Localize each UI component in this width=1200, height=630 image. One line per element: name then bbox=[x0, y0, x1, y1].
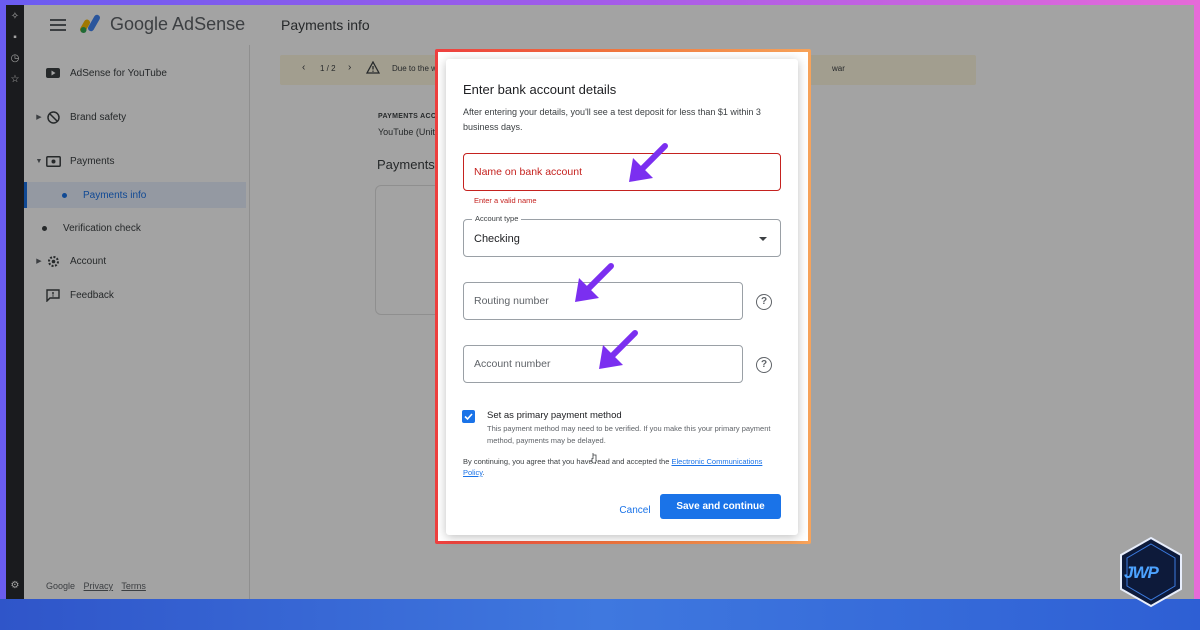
dialog-description: After entering your details, you'll see … bbox=[463, 107, 761, 132]
primary-payment-label: Set as primary payment method bbox=[487, 410, 622, 421]
account-help-icon[interactable]: ? bbox=[756, 357, 772, 373]
terms-suffix: . bbox=[482, 468, 485, 477]
annotation-arrow-icon bbox=[599, 330, 638, 369]
watermark-text: JWP bbox=[1124, 563, 1159, 582]
mouse-cursor-icon bbox=[591, 453, 597, 464]
checkmark-icon bbox=[464, 413, 473, 421]
routing-number-placeholder: Routing number bbox=[474, 295, 549, 307]
name-on-account-input[interactable]: Name on bank account bbox=[463, 153, 781, 191]
name-on-account-placeholder: Name on bank account bbox=[474, 166, 582, 178]
account-type-select[interactable]: Account type Checking bbox=[463, 214, 781, 257]
dropdown-arrow-icon bbox=[759, 237, 767, 241]
screen-frame: ✧ ▪ ◷ ☆ ⚙ Google AdSense Payments info A… bbox=[6, 5, 1194, 599]
primary-payment-description: This payment method may need to be verif… bbox=[487, 424, 771, 445]
account-type-value: Checking bbox=[474, 233, 520, 245]
name-error-message: Enter a valid name bbox=[474, 196, 537, 205]
cancel-button[interactable]: Cancel bbox=[610, 499, 660, 523]
account-type-label: Account type bbox=[472, 214, 522, 223]
bank-account-dialog: Enter bank account details After enterin… bbox=[446, 59, 798, 535]
annotation-arrow-icon bbox=[575, 263, 614, 302]
bottom-gradient-strip bbox=[0, 599, 1200, 630]
annotation-arrow-icon bbox=[629, 143, 668, 182]
terms-prefix: By continuing, you agree that you have r… bbox=[463, 457, 670, 466]
account-number-placeholder: Account number bbox=[474, 358, 551, 370]
routing-help-icon[interactable]: ? bbox=[756, 294, 772, 310]
dialog-title: Enter bank account details bbox=[463, 82, 617, 97]
terms-text: By continuing, you agree that you have r… bbox=[463, 456, 763, 478]
primary-payment-checkbox[interactable] bbox=[462, 410, 475, 423]
save-and-continue-button[interactable]: Save and continue bbox=[660, 494, 781, 519]
